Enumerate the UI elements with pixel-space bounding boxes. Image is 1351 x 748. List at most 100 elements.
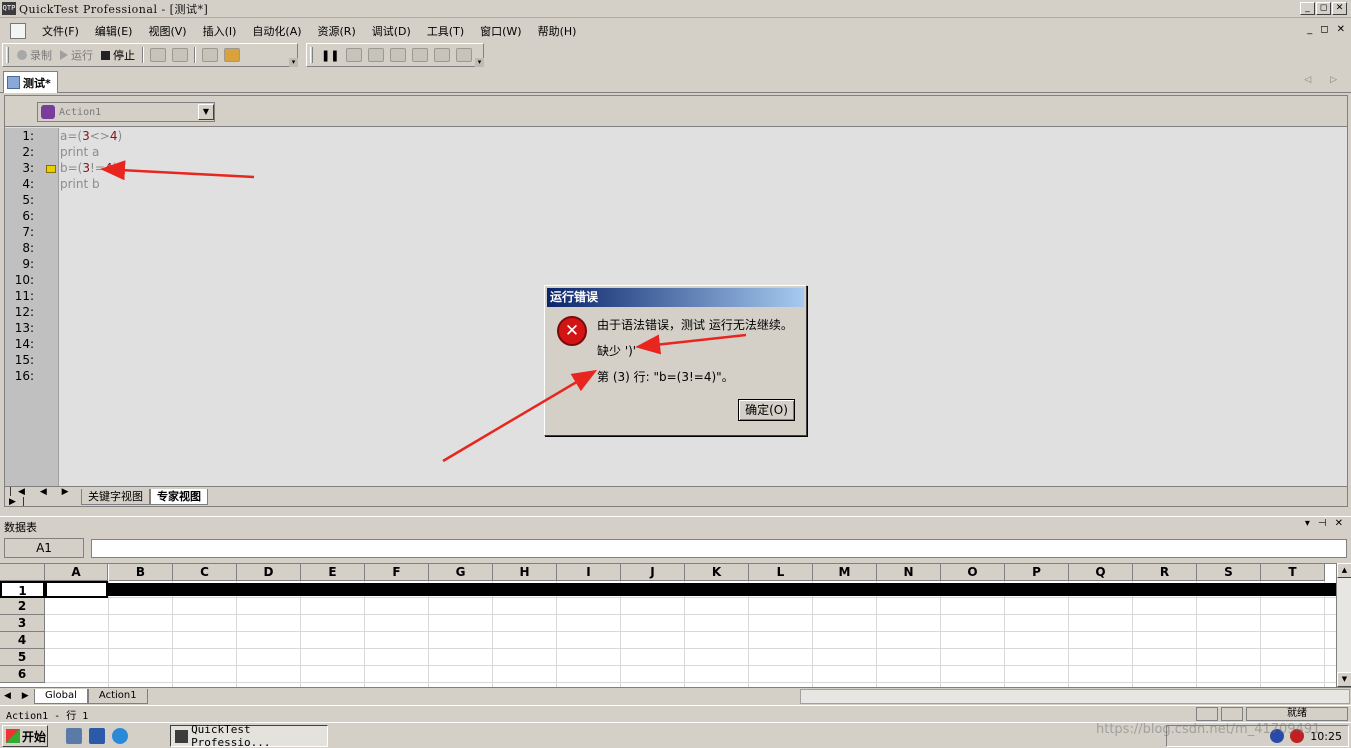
- ok-button[interactable]: 确定(O): [738, 399, 795, 421]
- sheet-tab-global[interactable]: Global: [34, 688, 88, 704]
- column-header-o[interactable]: O: [941, 564, 1005, 581]
- mdi-restore-button[interactable]: ◻: [1320, 24, 1328, 35]
- toolbar-grip[interactable]: [310, 47, 313, 63]
- stop-button[interactable]: 停止: [97, 47, 139, 63]
- column-header-a[interactable]: A: [45, 564, 108, 581]
- grid-horizontal-scrollbar[interactable]: [800, 689, 1350, 704]
- window-title: QuickTest Professional - [测试*]: [19, 2, 209, 16]
- selected-row-highlight[interactable]: [108, 583, 1336, 596]
- mdi-minimize-button[interactable]: _: [1307, 24, 1312, 35]
- quicklaunch-explorer-icon[interactable]: [66, 728, 82, 744]
- tab-expert-view[interactable]: 专家视图: [150, 488, 208, 505]
- column-header-d[interactable]: D: [237, 564, 301, 581]
- breakpoint-hand-icon[interactable]: [412, 48, 429, 62]
- grid-corner[interactable]: [0, 564, 45, 581]
- pause-button[interactable]: ❚❚: [317, 49, 343, 62]
- quicklaunch-ie-icon[interactable]: [112, 728, 128, 744]
- column-header-p[interactable]: P: [1005, 564, 1069, 581]
- row-header-4[interactable]: 4: [0, 632, 45, 649]
- column-header-h[interactable]: H: [493, 564, 557, 581]
- menu-insert[interactable]: 插入(I): [195, 23, 245, 39]
- column-header-j[interactable]: J: [621, 564, 685, 581]
- column-header-i[interactable]: I: [557, 564, 621, 581]
- tab-keyword-view[interactable]: 关键字视图: [81, 488, 150, 505]
- column-header-r[interactable]: R: [1133, 564, 1197, 581]
- row-header-1[interactable]: 1: [0, 581, 45, 598]
- row-header-3[interactable]: 3: [0, 615, 45, 632]
- document-icon[interactable]: [10, 22, 26, 39]
- scroll-up-icon[interactable]: ▲: [1337, 563, 1351, 578]
- formula-input[interactable]: [91, 539, 1347, 558]
- mdi-close-button[interactable]: ✕: [1337, 24, 1345, 35]
- scroll-down-icon[interactable]: ▼: [1337, 672, 1351, 687]
- datatable-grid[interactable]: ABCDEFGHIJKLMNOPQRST 123456: [0, 563, 1336, 687]
- sheet-nav-arrows[interactable]: ◀ ▶: [0, 691, 34, 701]
- checkpoint-icon[interactable]: [224, 48, 240, 62]
- column-header-b[interactable]: B: [109, 564, 173, 581]
- cell-reference-box[interactable]: A1: [4, 538, 84, 558]
- object-spy-icon[interactable]: [150, 48, 166, 62]
- step-out-icon[interactable]: [390, 48, 407, 62]
- menu-file[interactable]: 文件(F): [34, 23, 87, 39]
- row-header-2[interactable]: 2: [0, 598, 45, 615]
- menu-tools[interactable]: 工具(T): [419, 23, 472, 39]
- column-header-k[interactable]: K: [685, 564, 749, 581]
- toolbar-grip[interactable]: [6, 47, 9, 63]
- start-button[interactable]: 开始: [2, 725, 48, 747]
- step-over-icon[interactable]: [368, 48, 385, 62]
- record-button[interactable]: 录制: [13, 47, 56, 63]
- minimize-button[interactable]: _: [1300, 2, 1315, 15]
- help-icon[interactable]: [1270, 729, 1285, 743]
- column-header-s[interactable]: S: [1197, 564, 1261, 581]
- close-icon[interactable]: ✕: [1335, 518, 1343, 529]
- clear-breakpoint-hand-icon[interactable]: [434, 48, 451, 62]
- menu-resources[interactable]: 资源(R): [310, 23, 364, 39]
- row-header-6[interactable]: 6: [0, 666, 45, 683]
- clear-all-breakpoints-icon[interactable]: [456, 48, 473, 62]
- network-error-icon[interactable]: [1290, 729, 1305, 743]
- tab-test[interactable]: 测试*: [3, 71, 58, 93]
- menu-edit[interactable]: 编辑(E): [87, 23, 141, 39]
- row-header-5[interactable]: 5: [0, 649, 45, 666]
- record-icon: [17, 50, 27, 60]
- menu-debug[interactable]: 调试(D): [364, 23, 419, 39]
- status-slot: [1196, 707, 1218, 721]
- view-nav-arrows[interactable]: |◀ ◀ ▶ ▶|: [5, 487, 81, 507]
- object-repository-icon[interactable]: [202, 48, 218, 62]
- close-button[interactable]: ✕: [1332, 2, 1347, 15]
- column-header-t[interactable]: T: [1261, 564, 1325, 581]
- active-cell[interactable]: [45, 581, 108, 598]
- dropdown-icon[interactable]: ▾: [1305, 518, 1310, 529]
- tab-scroll-arrows[interactable]: ◁ ▷: [1304, 75, 1345, 85]
- code-line: print a: [60, 145, 100, 159]
- column-header-f[interactable]: F: [365, 564, 429, 581]
- chevron-down-icon[interactable]: ▼: [198, 104, 214, 120]
- pointer-hand-icon[interactable]: [172, 48, 188, 62]
- column-header-c[interactable]: C: [173, 564, 237, 581]
- run-button[interactable]: 运行: [56, 47, 97, 63]
- pin-icon[interactable]: ⊣: [1318, 518, 1327, 529]
- menu-window[interactable]: 窗口(W): [472, 23, 529, 39]
- column-header-e[interactable]: E: [301, 564, 365, 581]
- column-header-m[interactable]: M: [813, 564, 877, 581]
- menu-automation[interactable]: 自动化(A): [244, 23, 309, 39]
- maximize-button[interactable]: ◻: [1316, 2, 1331, 15]
- column-header-l[interactable]: L: [749, 564, 813, 581]
- line-number: 4:: [22, 177, 34, 191]
- taskbar: 开始 QuickTest Professio... 10:25: [0, 722, 1351, 748]
- column-header-q[interactable]: Q: [1069, 564, 1133, 581]
- toolbar-options-icon[interactable]: ▾: [475, 58, 484, 67]
- column-header-g[interactable]: G: [429, 564, 493, 581]
- step-into-icon[interactable]: [346, 48, 363, 62]
- action-combo[interactable]: Action1 ▼: [37, 102, 215, 122]
- menu-help[interactable]: 帮助(H): [530, 23, 585, 39]
- quicklaunch-desktop-icon[interactable]: [89, 728, 105, 744]
- column-header-n[interactable]: N: [877, 564, 941, 581]
- task-label: QuickTest Professio...: [191, 723, 271, 748]
- grid-vertical-scrollbar[interactable]: ▲ ▼: [1336, 563, 1351, 687]
- menu-view[interactable]: 视图(V): [140, 23, 194, 39]
- sheet-tab-action1[interactable]: Action1: [87, 688, 148, 704]
- document-tab-strip: 测试* ◁ ▷: [0, 70, 1351, 93]
- toolbar-options-icon[interactable]: ▾: [289, 58, 298, 67]
- taskbar-button-qtp[interactable]: QuickTest Professio...: [170, 723, 328, 748]
